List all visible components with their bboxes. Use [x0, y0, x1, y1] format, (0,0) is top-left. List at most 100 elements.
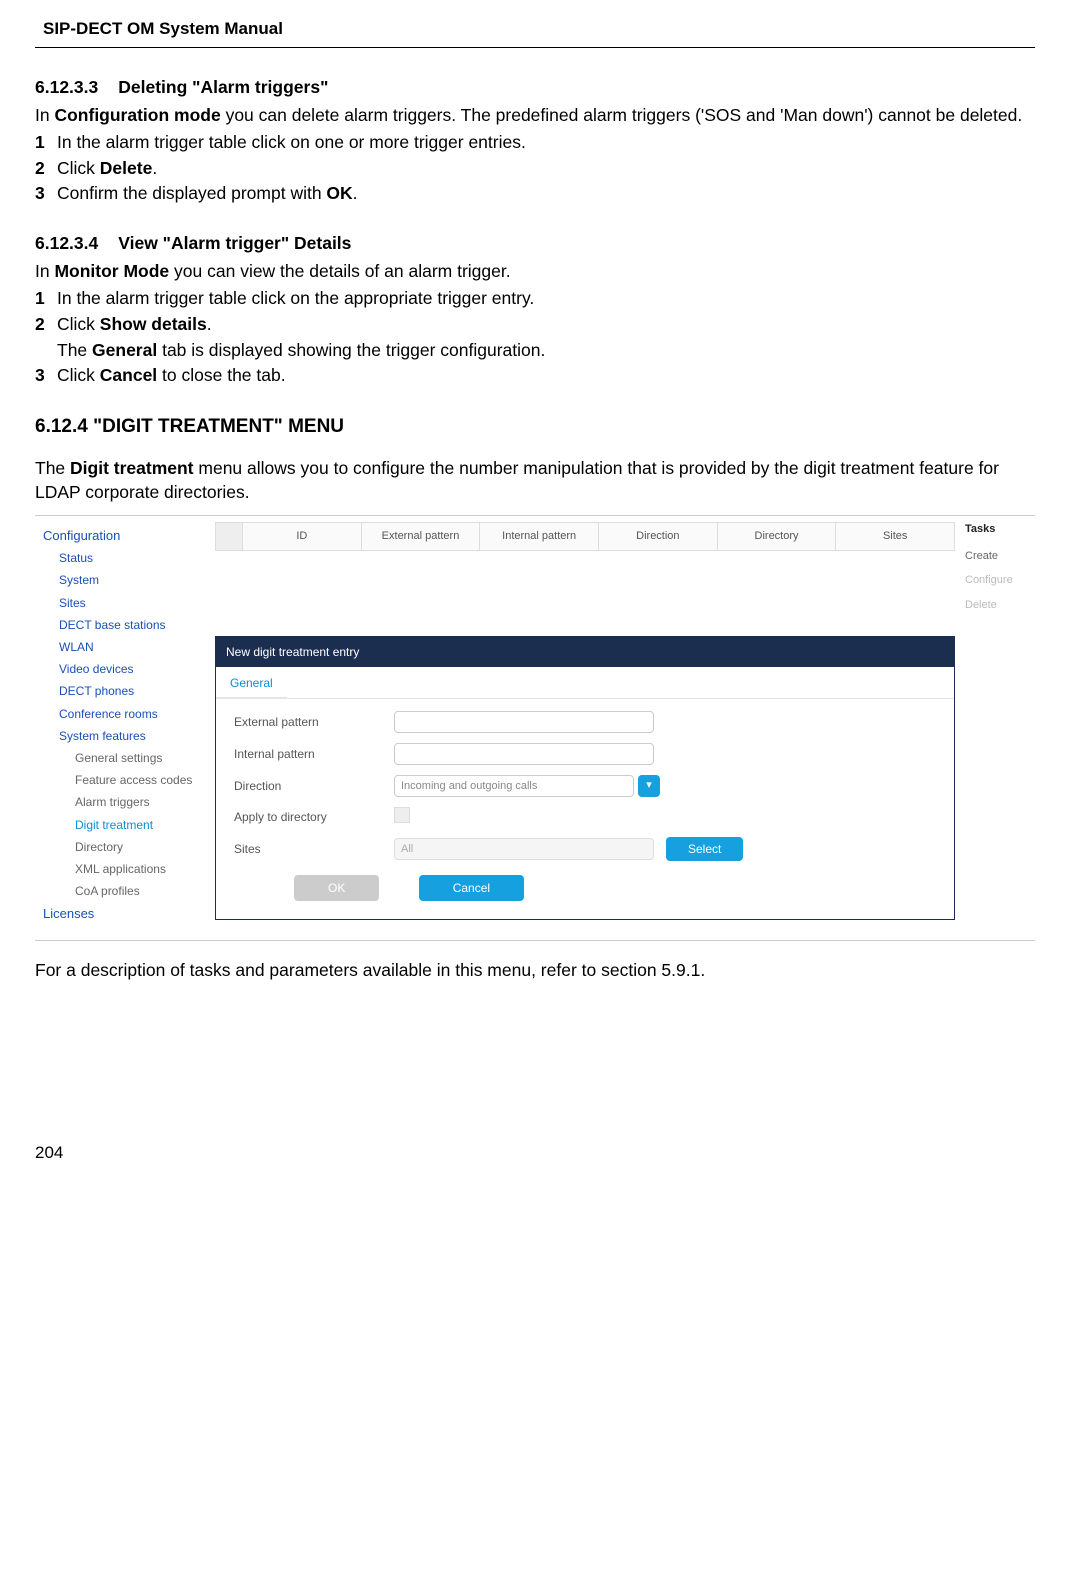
nav-subitem-xml-applications[interactable]: XML applications	[35, 858, 215, 880]
label-apply-to-directory: Apply to directory	[234, 809, 394, 825]
nav-item-dect-phones[interactable]: DECT phones	[35, 680, 215, 702]
label-sites: Sites	[234, 841, 394, 857]
step-number: 1	[35, 287, 57, 311]
readonly-sites: All	[394, 838, 654, 860]
step-bold: Cancel	[100, 365, 157, 385]
section-number: 6.12.3.4	[35, 232, 98, 256]
page-number: 204	[35, 1142, 1035, 1165]
intro-pre: The	[35, 458, 70, 478]
section-title: Deleting "Alarm triggers"	[118, 77, 328, 97]
section-heading-deleting: 6.12.3.3Deleting "Alarm triggers"	[35, 76, 1035, 100]
nav-item-system-features[interactable]: System features	[35, 725, 215, 747]
step-number: 2	[35, 157, 57, 181]
nav-item-system[interactable]: System	[35, 569, 215, 591]
table-header-row: ID External pattern Internal pattern Dir…	[215, 522, 955, 551]
section-heading-view-details: 6.12.3.4 View "Alarm trigger" Details	[35, 232, 1035, 256]
step-pre: Click	[57, 158, 100, 178]
nav-item-licenses[interactable]: Licenses	[35, 902, 215, 926]
nav-item-status[interactable]: Status	[35, 547, 215, 569]
step-number: 1	[35, 131, 57, 155]
select-direction[interactable]: Incoming and outgoing calls	[394, 775, 634, 797]
step-body: Confirm the displayed prompt with OK.	[57, 182, 1035, 206]
after-figure-paragraph: For a description of tasks and parameter…	[35, 959, 1035, 983]
step-pre: Click	[57, 314, 100, 334]
step-post: .	[152, 158, 157, 178]
intro-bold: Monitor Mode	[54, 261, 169, 281]
panel-body: External pattern Internal pattern Direct…	[216, 699, 954, 920]
section-intro: In Configuration mode you can delete ala…	[35, 104, 1035, 128]
checkbox-apply-to-directory[interactable]	[394, 807, 410, 823]
chevron-down-icon[interactable]: ▾	[638, 775, 660, 797]
main-content: ID External pattern Internal pattern Dir…	[215, 522, 955, 921]
nav-subitem-alarm-triggers[interactable]: Alarm triggers	[35, 791, 215, 813]
form-row-external-pattern: External pattern	[234, 711, 936, 733]
intro-pre: In	[35, 261, 54, 281]
step-bold: General	[92, 340, 157, 360]
step: 2 Click Delete.	[35, 157, 1035, 181]
nav-item-wlan[interactable]: WLAN	[35, 636, 215, 658]
nav-subitem-feature-access-codes[interactable]: Feature access codes	[35, 769, 215, 791]
table-empty-area	[215, 551, 955, 636]
nav-subitem-directory[interactable]: Directory	[35, 836, 215, 858]
tasks-panel: Tasks Create Configure Delete	[955, 522, 1035, 623]
step-body: In the alarm trigger table click on one …	[57, 131, 1035, 155]
step-body: Click Cancel to close the tab.	[57, 364, 1035, 388]
page-header-title: SIP-DECT OM System Manual	[35, 18, 1035, 41]
step-post: .	[353, 183, 358, 203]
input-external-pattern[interactable]	[394, 711, 654, 733]
label-internal-pattern: Internal pattern	[234, 746, 394, 762]
intro-post: you can view the details of an alarm tri…	[169, 261, 510, 281]
nav-item-video-devices[interactable]: Video devices	[35, 658, 215, 680]
table-header-directory[interactable]: Directory	[717, 523, 836, 550]
step-pre: The	[57, 340, 92, 360]
table-header-id[interactable]: ID	[242, 523, 361, 550]
task-create[interactable]: Create	[965, 549, 1035, 564]
table-header-internal-pattern[interactable]: Internal pattern	[479, 523, 598, 550]
step-number: 3	[35, 182, 57, 206]
nav-subitem-coa-profiles[interactable]: CoA profiles	[35, 880, 215, 902]
intro-post: you can delete alarm triggers. The prede…	[221, 105, 1023, 125]
table-header-direction[interactable]: Direction	[598, 523, 717, 550]
step: 1 In the alarm trigger table click on th…	[35, 287, 1035, 311]
digit-treatment-screenshot: Configuration Status System Sites DECT b…	[35, 515, 1035, 941]
step-body: Click Delete.	[57, 157, 1035, 181]
step-number: 3	[35, 364, 57, 388]
form-row-internal-pattern: Internal pattern	[234, 743, 936, 765]
task-configure[interactable]: Configure	[965, 573, 1035, 588]
nav-subitem-digit-treatment[interactable]: Digit treatment	[35, 814, 215, 836]
table-header-external-pattern[interactable]: External pattern	[361, 523, 480, 550]
nav-root[interactable]: Configuration	[35, 524, 215, 548]
select-sites-button[interactable]: Select	[666, 837, 743, 861]
sidebar-nav: Configuration Status System Sites DECT b…	[35, 522, 215, 926]
intro-bold: Configuration mode	[54, 105, 220, 125]
step-pre: Confirm the displayed prompt with	[57, 183, 326, 203]
nav-subitem-general-settings[interactable]: General settings	[35, 747, 215, 769]
tasks-heading: Tasks	[965, 522, 1035, 537]
new-entry-panel: New digit treatment entry General Extern…	[215, 636, 955, 921]
step-bold: Delete	[100, 158, 153, 178]
step-pre: Click	[57, 365, 100, 385]
cancel-button[interactable]: Cancel	[419, 875, 524, 901]
nav-item-dect-base-stations[interactable]: DECT base stations	[35, 614, 215, 636]
ok-button[interactable]: OK	[294, 875, 379, 901]
label-direction: Direction	[234, 778, 394, 794]
input-internal-pattern[interactable]	[394, 743, 654, 765]
intro-bold: Digit treatment	[70, 458, 193, 478]
steps-deleting: 1 In the alarm trigger table click on on…	[35, 131, 1035, 206]
panel-tab-bar: General	[216, 667, 954, 699]
nav-item-sites[interactable]: Sites	[35, 592, 215, 614]
step-number: 2	[35, 313, 57, 337]
step: 3 Click Cancel to close the tab.	[35, 364, 1035, 388]
tab-general[interactable]: General	[216, 667, 287, 698]
task-delete[interactable]: Delete	[965, 598, 1035, 613]
step-body: Click Show details.	[57, 313, 1035, 337]
label-external-pattern: External pattern	[234, 714, 394, 730]
section-title: View "Alarm trigger" Details	[118, 233, 351, 253]
nav-item-conference-rooms[interactable]: Conference rooms	[35, 703, 215, 725]
form-row-apply-to-directory: Apply to directory	[234, 807, 936, 827]
table-header-sites[interactable]: Sites	[835, 523, 954, 550]
step-post: .	[207, 314, 212, 334]
step-continuation: The General tab is displayed showing the…	[57, 339, 1035, 363]
table-header-checkbox[interactable]	[216, 523, 242, 550]
step-bold: Show details	[100, 314, 207, 334]
